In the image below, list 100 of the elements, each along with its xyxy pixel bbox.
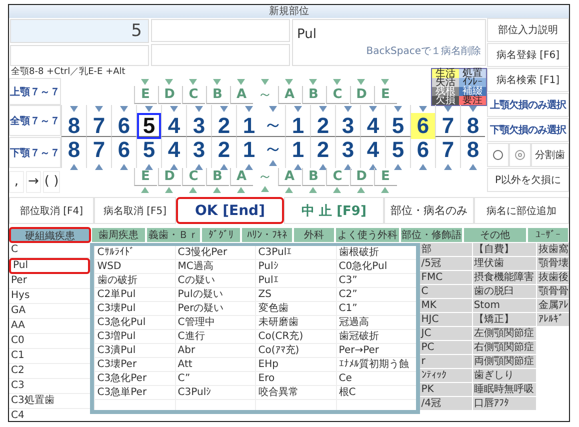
list-item[interactable]: 【矯正】 <box>472 313 536 327</box>
list-item[interactable]: Per→Per <box>336 344 416 358</box>
tooth-number[interactable]: 8 <box>461 113 485 139</box>
list-item[interactable]: MK <box>420 299 472 313</box>
list-item[interactable]: C2” <box>336 288 416 302</box>
tooth-number[interactable]: 7 <box>87 137 111 163</box>
list-item[interactable]: Cｻﾙﾗｲﾄﾞ <box>95 246 175 260</box>
list-item[interactable]: 冠過高 <box>336 316 416 330</box>
list-item[interactable]: 咬合異常 <box>256 386 336 400</box>
jaw-button[interactable]: 全顎７～７ <box>9 105 61 136</box>
side-button[interactable]: 病名登録 [F6] <box>487 43 569 67</box>
tooth-number[interactable]: 7 <box>87 113 111 139</box>
side-button[interactable]: 部位入力説明 <box>487 18 569 42</box>
list-item[interactable]: PK <box>420 383 472 397</box>
list-item[interactable]: 抜歯後 <box>537 271 569 285</box>
tooth-number[interactable]: 1 <box>286 137 310 163</box>
tooth-number[interactable]: 6 <box>112 137 136 163</box>
input-field[interactable] <box>10 45 149 66</box>
list-item[interactable]: 歯冠破折 <box>336 330 416 344</box>
list-item[interactable]: Co(CR充) <box>256 330 336 344</box>
tooth-number[interactable]: 8 <box>62 137 86 163</box>
action-button[interactable]: 部位取消 [F4] <box>9 197 94 224</box>
side-button[interactable]: P以外を欠損に <box>487 168 569 192</box>
tooth-number[interactable]: 3 <box>336 137 360 163</box>
tooth-number[interactable]: 7 <box>436 137 460 163</box>
list-item[interactable]: /4冠 <box>420 397 472 411</box>
tooth-number[interactable]: 6 <box>411 113 435 139</box>
list-item[interactable]: Cの疑い <box>176 274 256 288</box>
list-item[interactable]: C2単Pul <box>95 288 175 302</box>
category-tab[interactable]: 部位・修飾語 <box>400 227 463 243</box>
list-item[interactable]: Att <box>176 358 256 372</box>
list-item[interactable]: Stom <box>472 299 536 313</box>
midline-mark[interactable]: ～ <box>263 137 283 159</box>
symbol-button[interactable]: → <box>26 170 41 192</box>
tooth-number[interactable]: 8 <box>62 113 86 139</box>
category-tab[interactable]: よく使う外科 <box>335 227 400 243</box>
tooth-number[interactable]: 1 <box>237 137 261 163</box>
radio-button[interactable] <box>493 150 503 160</box>
tooth-number[interactable]: 2 <box>212 137 236 163</box>
list-item[interactable]: C3潰Pul <box>95 344 175 358</box>
list-item[interactable]: Co(ｱﾏ充) <box>256 344 336 358</box>
list-item[interactable]: C3増Pul <box>95 330 175 344</box>
list-item[interactable]: JC <box>420 327 472 341</box>
category-tab[interactable]: 硬組織疾患 <box>9 227 91 243</box>
list-item[interactable]: Abr <box>176 344 256 358</box>
tooth-number[interactable]: 4 <box>162 137 186 163</box>
list-item[interactable]: 金属ｱﾚ <box>537 299 569 313</box>
list-item[interactable]: MC過高 <box>176 260 256 274</box>
tooth-number[interactable]: 4 <box>162 113 186 139</box>
list-item[interactable]: Ero <box>256 372 336 386</box>
tooth-number[interactable]: 7 <box>436 113 460 139</box>
side-button[interactable]: 下顎欠損のみ選択 <box>487 118 569 142</box>
list-item[interactable]: C” <box>176 372 256 386</box>
list-item[interactable]: r <box>420 355 472 369</box>
category-tab[interactable]: 義歯・Ｂｒ <box>146 227 201 243</box>
list-item[interactable]: 口唇ｱﾌﾀ <box>472 397 536 411</box>
list-item[interactable]: C3Pulｴ <box>256 246 336 260</box>
category-tab[interactable]: 歯周疾患 <box>91 227 146 243</box>
list-item[interactable]: C <box>420 285 472 299</box>
list-item[interactable]: 【自費】 <box>472 243 536 257</box>
action-button[interactable]: 中 止 [F9] <box>284 197 384 224</box>
list-item[interactable]: 未研磨歯 <box>256 316 336 330</box>
tooth-number[interactable]: 6 <box>411 137 435 163</box>
split-button[interactable]: 分割歯 <box>531 143 569 167</box>
tooth-number[interactable]: 6 <box>112 113 136 139</box>
jaw-button[interactable]: 下顎７～７ <box>9 137 61 168</box>
category-tab[interactable]: ﾊﾘﾝ・ﾌｷﾈ <box>241 227 293 243</box>
list-item[interactable]: Perの疑い <box>176 302 256 316</box>
tooth-number[interactable]: 5 <box>137 113 161 139</box>
input-field[interactable]: 5 <box>10 19 149 43</box>
list-item[interactable]: C3急単Per <box>95 386 175 400</box>
tooth-number[interactable]: 3 <box>187 113 211 139</box>
input-field[interactable] <box>151 44 290 66</box>
list-item[interactable]: 歯根破折 <box>336 246 416 260</box>
list-item[interactable]: /5冠 <box>420 257 472 271</box>
list-item[interactable]: 歯の破折 <box>95 274 175 288</box>
symbol-button[interactable]: , <box>9 170 24 192</box>
list-item[interactable]: C進行 <box>176 330 256 344</box>
input-field[interactable] <box>151 19 290 42</box>
list-item[interactable]: C3慢化Per <box>176 246 256 260</box>
list-item[interactable]: PC <box>420 341 472 355</box>
list-item[interactable]: C3急化Pul <box>95 316 175 330</box>
list-item[interactable]: C3” <box>336 274 416 288</box>
list-item[interactable]: Pulｼ <box>256 260 336 274</box>
tooth-number[interactable]: 5 <box>137 137 161 163</box>
list-item[interactable]: C3急化Per <box>95 372 175 386</box>
list-item[interactable]: 埋伏歯 <box>472 257 536 271</box>
list-item[interactable]: C3壊Pul <box>95 302 175 316</box>
tooth-number[interactable]: 3 <box>187 137 211 163</box>
list-item[interactable]: 歯ぎしり <box>472 369 536 383</box>
list-item[interactable]: 右側顎関節症 <box>472 341 536 355</box>
list-item[interactable]: 睡眠時無呼吸 <box>472 383 536 397</box>
tooth-number[interactable]: 2 <box>212 113 236 139</box>
list-item[interactable]: 根C <box>336 386 416 400</box>
list-item[interactable]: 左側顎関節症 <box>472 327 536 341</box>
list-item[interactable]: ZS <box>256 288 336 302</box>
list-item[interactable]: 抜歯窩 <box>537 243 569 257</box>
tooth-number[interactable]: 2 <box>311 137 335 163</box>
tooth-number[interactable]: 8 <box>461 137 485 163</box>
list-item[interactable]: HJC <box>420 313 472 327</box>
